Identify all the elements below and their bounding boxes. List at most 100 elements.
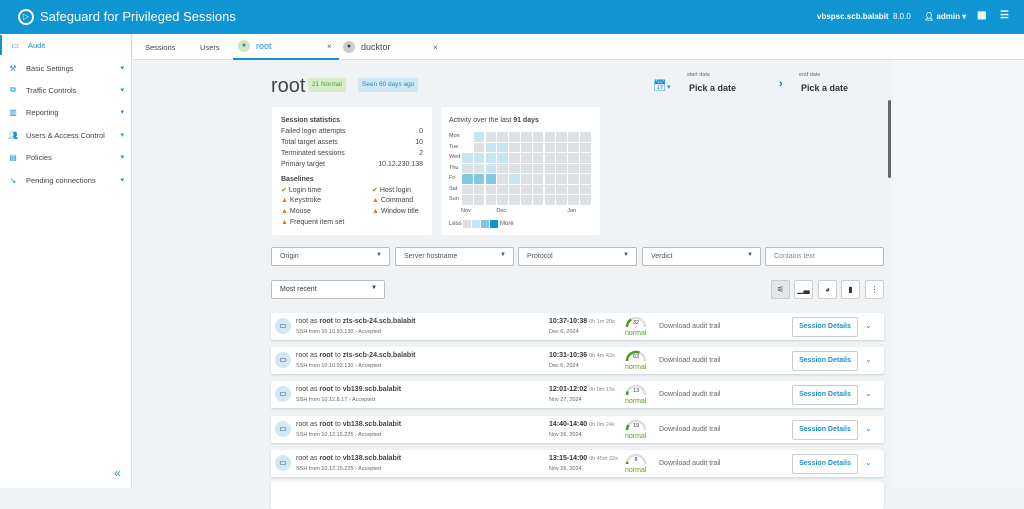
heatmap-cell[interactable] <box>580 164 591 174</box>
heatmap-cell[interactable] <box>474 174 485 184</box>
heatmap-cell[interactable] <box>545 164 556 174</box>
heatmap-cell[interactable] <box>474 132 485 142</box>
heatmap-cell[interactable] <box>521 195 532 205</box>
start-date-input[interactable]: Pick a date <box>689 83 736 93</box>
document-button[interactable]: ▮ <box>841 280 860 299</box>
sidebar-item-audit[interactable]: ▭Audit <box>0 35 132 55</box>
heatmap-cell[interactable] <box>509 174 520 184</box>
heatmap-cell[interactable] <box>474 153 485 163</box>
chevron-down-icon[interactable]: ⌄ <box>865 355 872 364</box>
heatmap-cell[interactable] <box>533 174 544 184</box>
session-details-button[interactable]: Session Details <box>792 454 858 474</box>
chevron-down-icon[interactable]: ⌄ <box>865 458 872 467</box>
heatmap-cell[interactable] <box>521 164 532 174</box>
heatmap-cell[interactable] <box>462 195 473 205</box>
heatmap-cell[interactable] <box>521 174 532 184</box>
download-audit-trail-link[interactable]: Download audit trail <box>659 460 720 467</box>
sidebar-item-basic-settings[interactable]: ⚒Basic Settings▾ <box>0 58 132 78</box>
heatmap-cell[interactable] <box>568 185 579 195</box>
heatmap-cell[interactable] <box>474 164 485 174</box>
heatmap-cell[interactable] <box>556 195 567 205</box>
heatmap-cell[interactable] <box>556 132 567 142</box>
chevron-down-icon[interactable]: ⌄ <box>865 321 872 330</box>
session-details-button[interactable]: Session Details <box>792 420 858 440</box>
heatmap-cell[interactable] <box>462 185 473 195</box>
sidebar-item-reporting[interactable]: ▥Reporting▾ <box>0 102 132 122</box>
heatmap-cell[interactable] <box>497 164 508 174</box>
server-hostname-select[interactable]: Server hostname▼ <box>395 247 514 266</box>
chevron-down-icon[interactable]: ⌄ <box>865 424 872 433</box>
heatmap-cell[interactable] <box>462 164 473 174</box>
heatmap-cell[interactable] <box>545 132 556 142</box>
tab-users[interactable]: Users <box>200 34 220 60</box>
heatmap-cell[interactable] <box>486 174 497 184</box>
origin-select[interactable]: Origin▼ <box>271 247 390 266</box>
close-icon[interactable]: × <box>327 42 332 51</box>
list-icon[interactable]: ☰ <box>1000 10 1009 21</box>
table-row[interactable]: ▭ root as root to zts-scb-24.scb.balabit… <box>271 313 884 340</box>
grid-icon[interactable]: ▦ <box>977 10 986 21</box>
heatmap-cell[interactable] <box>486 185 497 195</box>
sort-select[interactable]: Most recent▼ <box>271 280 385 299</box>
heatmap-cell[interactable] <box>568 132 579 142</box>
heatmap-cell[interactable] <box>580 143 591 153</box>
heatmap-cell[interactable] <box>556 153 567 163</box>
tab-ducktor[interactable]: ●ducktor× <box>343 34 449 60</box>
heatmap-cell[interactable] <box>533 164 544 174</box>
end-date-input[interactable]: Pick a date <box>801 83 848 93</box>
heatmap-cell[interactable] <box>462 153 473 163</box>
heatmap-cell[interactable] <box>486 164 497 174</box>
heatmap-cell[interactable] <box>509 185 520 195</box>
heatmap-cell[interactable] <box>556 143 567 153</box>
protocol-select[interactable]: Protocol▼ <box>518 247 637 266</box>
heatmap-cell[interactable] <box>497 132 508 142</box>
heatmap-cell[interactable] <box>556 164 567 174</box>
heatmap-cell[interactable] <box>497 195 508 205</box>
heatmap-cell[interactable] <box>545 185 556 195</box>
heatmap-cell[interactable] <box>521 153 532 163</box>
heatmap-cell[interactable] <box>474 185 485 195</box>
sidebar-item-users-access-control[interactable]: 👥︎Users & Access Control▾ <box>0 125 132 145</box>
heatmap-cell[interactable] <box>568 143 579 153</box>
sidebar-item-pending-connections[interactable]: ↘Pending connections▾ <box>0 170 132 190</box>
verdict-select[interactable]: Verdict▼ <box>642 247 761 266</box>
heatmap-cell[interactable] <box>533 185 544 195</box>
sidebar-item-policies[interactable]: ▤Policies▾ <box>0 147 132 167</box>
heatmap-cell[interactable] <box>497 153 508 163</box>
filter-settings-button[interactable]: ⚟ <box>771 280 790 299</box>
session-details-button[interactable]: Session Details <box>792 317 858 337</box>
heatmap-cell[interactable] <box>497 185 508 195</box>
table-row[interactable]: ▭ root as root to zts-scb-24.scb.balabit… <box>271 347 884 374</box>
heatmap-cell[interactable] <box>580 195 591 205</box>
heatmap-cell[interactable] <box>521 132 532 142</box>
heatmap-cell[interactable] <box>474 195 485 205</box>
sidebar-item-traffic-controls[interactable]: ⧉Traffic Controls▾ <box>0 80 132 100</box>
session-details-button[interactable]: Session Details <box>792 351 858 371</box>
table-row[interactable]: ▭ root as root to vb138.scb.balabit SSH … <box>271 416 884 443</box>
download-audit-trail-link[interactable]: Download audit trail <box>659 391 720 398</box>
table-row[interactable]: ▭ root as root to vb139.scb.balabit SSH … <box>271 381 884 408</box>
session-details-button[interactable]: Session Details <box>792 385 858 405</box>
table-row[interactable]: ▭ root as root to vb138.scb.balabit SSH … <box>271 450 884 477</box>
heatmap-cell[interactable] <box>486 132 497 142</box>
pie-chart-button[interactable]: ◕ <box>818 280 837 299</box>
close-icon[interactable]: × <box>433 43 438 52</box>
collapse-sidebar-icon[interactable]: « <box>114 466 121 480</box>
heatmap-cell[interactable] <box>509 143 520 153</box>
heatmap-cell[interactable] <box>545 143 556 153</box>
heatmap-cell[interactable] <box>521 143 532 153</box>
heatmap-cell[interactable] <box>580 185 591 195</box>
heatmap-cell[interactable] <box>474 143 485 153</box>
heatmap-cell[interactable] <box>533 132 544 142</box>
heatmap-cell[interactable] <box>545 195 556 205</box>
heatmap-cell[interactable] <box>486 195 497 205</box>
heatmap-cell[interactable] <box>545 153 556 163</box>
heatmap-cell[interactable] <box>509 153 520 163</box>
chevron-down-icon[interactable]: ⌄ <box>865 389 872 398</box>
heatmap-cell[interactable] <box>580 153 591 163</box>
heatmap-cell[interactable] <box>509 164 520 174</box>
heatmap-cell[interactable] <box>509 195 520 205</box>
heatmap-cell[interactable] <box>533 143 544 153</box>
heatmap-cell[interactable] <box>556 185 567 195</box>
heatmap-cell[interactable] <box>509 132 520 142</box>
